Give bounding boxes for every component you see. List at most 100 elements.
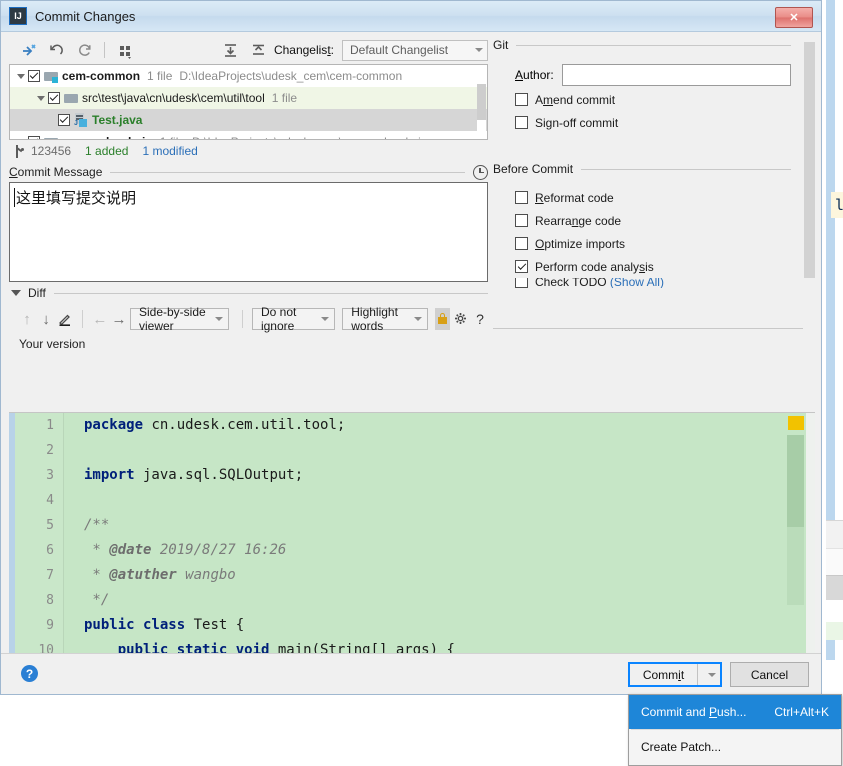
diff-editor[interactable]: 1 2 3 4 5 6 7 8 9 10 11 package cn.udesk… — [9, 412, 815, 687]
clipped-option-row[interactable]: Check TODO (Show All) — [493, 278, 815, 288]
commit-dropdown-menu[interactable]: Commit and Push... Ctrl+Alt+K Create Pat… — [628, 694, 842, 766]
line-number: 1 — [46, 418, 54, 433]
editor-scrollbar[interactable] — [785, 413, 806, 687]
changelist-value: Default Changelist — [350, 43, 449, 57]
chevron-down-icon — [414, 317, 423, 321]
commit-button[interactable]: Commit — [628, 662, 722, 687]
gear-icon[interactable] — [453, 308, 469, 330]
question-mark-icon[interactable]: ? — [472, 308, 488, 330]
editor-warning-marker[interactable] — [788, 416, 804, 430]
row-checkbox[interactable] — [28, 136, 40, 139]
your-version-label: Your version — [19, 337, 86, 351]
chevron-down-icon[interactable] — [698, 672, 720, 677]
table-row[interactable]: src\test\java\cn\udesk\cem\util\tool 1 f… — [10, 87, 487, 109]
row-checkbox[interactable] — [28, 70, 40, 82]
line-number: 8 — [46, 593, 54, 608]
chevron-down-icon[interactable] — [34, 92, 47, 105]
row-checkbox[interactable] — [58, 114, 70, 126]
show-diff-icon[interactable] — [15, 38, 41, 62]
background-caret-line: le — [831, 192, 843, 218]
tree-scrollbar[interactable] — [477, 66, 486, 138]
arrow-up-icon[interactable]: ↑ — [19, 308, 35, 330]
menu-item-create-patch[interactable]: Create Patch... — [629, 730, 841, 764]
diff-toolbar: ↑ ↓ ← → Side-by-side viewer Do not ignor… — [9, 304, 488, 334]
tree-node-label: cem-web-admin — [62, 135, 153, 139]
ignore-mode-select[interactable]: Do not ignore — [251, 305, 336, 333]
checkbox-box — [515, 93, 528, 106]
commit-message-input[interactable]: 这里填写提交说明 — [9, 182, 488, 282]
options-scrollbar[interactable] — [804, 42, 815, 278]
diff-section-header[interactable]: Diff — [9, 282, 488, 304]
pencil-icon[interactable] — [57, 308, 73, 330]
background-code-fragment: le — [835, 196, 843, 214]
divider — [53, 292, 488, 294]
git-group-header: Git — [493, 36, 815, 54]
left-column: Changelist: Default Changelist cem-commo… — [9, 36, 488, 354]
clipped-option-label: Check TODO (Show All) — [535, 278, 664, 288]
dialog-body: Changelist: Default Changelist cem-commo… — [1, 32, 821, 694]
sign-off-commit-checkbox[interactable]: Sign-off commit — [493, 111, 815, 134]
tree-node-count: 1 file — [147, 69, 173, 83]
viewer-mode-select[interactable]: Side-by-side viewer — [129, 305, 230, 333]
author-label: Author: — [515, 68, 554, 82]
collapse-all-icon[interactable] — [246, 38, 272, 62]
diff-section-label: Diff — [28, 286, 46, 300]
menu-item-commit-and-push[interactable]: Commit and Push... Ctrl+Alt+K — [629, 695, 841, 729]
background-panel-e — [826, 622, 843, 640]
line-number: 3 — [46, 468, 54, 483]
table-row[interactable]: cem-web-admin 1 file D:\IdeaProjects\ude… — [10, 131, 487, 140]
highlight-mode-select[interactable]: Highlight words — [342, 305, 429, 333]
row-checkbox[interactable] — [48, 92, 60, 104]
changelist-select[interactable]: Default Changelist — [342, 39, 488, 61]
amend-commit-checkbox[interactable]: Amend commit — [493, 88, 815, 111]
code-line: * @date 2019/8/27 16:26 — [84, 542, 287, 558]
group-by-icon[interactable] — [112, 38, 138, 62]
chevron-down-icon[interactable] — [11, 290, 21, 296]
editor-code-area[interactable]: package cn.udesk.cem.util.tool; import j… — [64, 413, 785, 687]
options-scrollbar-thumb[interactable] — [804, 42, 815, 278]
tree-scrollbar-thumb[interactable] — [477, 84, 486, 120]
toolbar-separator — [82, 310, 83, 328]
revision-hash: 123456 — [31, 144, 72, 158]
checkbox-box — [515, 237, 528, 250]
arrow-down-icon[interactable]: ↓ — [38, 308, 54, 330]
table-row[interactable]: J Test.java — [10, 109, 487, 131]
rearrange-code-checkbox[interactable]: Rearrange code — [493, 209, 815, 232]
arrow-left-icon[interactable]: ← — [92, 308, 108, 330]
revert-icon[interactable] — [43, 38, 69, 62]
commit-button-label: Commit — [642, 667, 685, 682]
help-icon[interactable]: ? — [21, 665, 38, 682]
refresh-icon[interactable] — [71, 38, 97, 62]
cancel-button[interactable]: Cancel — [730, 662, 809, 687]
commit-message-history-button[interactable] — [473, 164, 488, 180]
folder-icon — [64, 92, 78, 105]
close-icon[interactable]: ✕ — [775, 7, 813, 28]
before-commit-group-header: Before Commit — [493, 160, 815, 178]
perform-code-analysis-checkbox[interactable]: Perform code analysis — [493, 255, 815, 278]
chevron-down-icon[interactable] — [14, 70, 27, 83]
menu-item-label: Commit and Push... — [641, 705, 747, 719]
lock-icon[interactable] — [435, 308, 450, 330]
chevron-down-icon — [475, 48, 483, 52]
background-panel-c — [826, 575, 843, 601]
highlight-mode-value: Highlight words — [351, 305, 398, 333]
reformat-code-checkbox[interactable]: Reformat code — [493, 186, 815, 209]
changes-toolbar: Changelist: Default Changelist — [9, 36, 488, 64]
editor-scrollbar-thumb[interactable] — [787, 435, 804, 527]
modified-count: 1 modified — [142, 144, 198, 158]
tree-node-label: src\test\java\cn\udesk\cem\util\tool — [82, 91, 265, 105]
author-field[interactable] — [561, 64, 791, 86]
divider — [516, 44, 791, 46]
optimize-imports-checkbox[interactable]: Optimize imports — [493, 232, 815, 255]
page-title: Commit Changes — [35, 8, 136, 24]
changed-files-tree[interactable]: cem-common 1 file D:\IdeaProjects\udesk_… — [9, 64, 488, 140]
sign-off-commit-label: Sign-off commit — [535, 115, 619, 130]
table-row[interactable]: cem-common 1 file D:\IdeaProjects\udesk_… — [10, 65, 487, 87]
text-caret — [14, 188, 15, 207]
chevron-down-icon[interactable] — [14, 136, 27, 140]
expand-all-icon[interactable] — [218, 38, 244, 62]
menu-item-shortcut: Ctrl+Alt+K — [774, 705, 829, 719]
arrow-right-icon[interactable]: → — [111, 308, 127, 330]
